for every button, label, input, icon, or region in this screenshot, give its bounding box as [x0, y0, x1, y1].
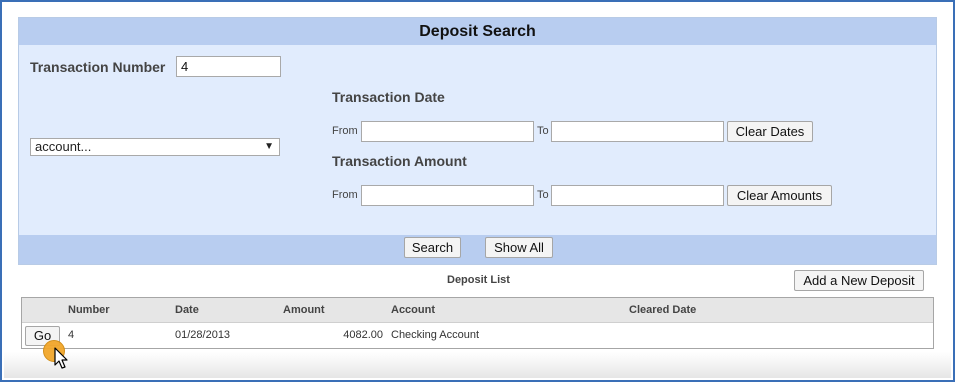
transaction-amount-label: Transaction Amount [332, 153, 467, 169]
add-new-deposit-button[interactable]: Add a New Deposit [794, 270, 924, 291]
table-row: Go 4 01/28/2013 4082.00 Checking Account [22, 323, 933, 348]
chevron-down-icon: ▼ [264, 141, 274, 152]
deposit-list-title: Deposit List [447, 274, 510, 286]
panel-title: Deposit Search [19, 18, 936, 45]
bottom-shade [4, 352, 951, 378]
row-date: 01/28/2013 [175, 329, 231, 341]
account-select-value: account... [35, 139, 92, 154]
transaction-date-label: Transaction Date [332, 89, 445, 105]
mouse-pointer-icon [54, 347, 68, 369]
column-header-date: Date [175, 304, 199, 316]
column-header-account: Account [391, 304, 435, 316]
transaction-number-input[interactable] [176, 56, 281, 77]
search-button[interactable]: Search [404, 237, 461, 258]
column-header-number: Number [68, 304, 110, 316]
amount-from-input[interactable] [361, 185, 534, 206]
amount-to-input[interactable] [551, 185, 724, 206]
table-header: Number Date Amount Account Cleared Date [22, 298, 933, 323]
panel-footer: Search Show All [19, 235, 936, 264]
column-header-amount: Amount [283, 304, 325, 316]
date-from-input[interactable] [361, 121, 534, 142]
column-header-cleared-date: Cleared Date [629, 304, 697, 316]
date-to-label: To [537, 125, 549, 137]
deposit-search-panel: Deposit Search Transaction Number accoun… [18, 17, 937, 265]
row-account: Checking Account [391, 329, 480, 341]
transaction-number-label: Transaction Number [30, 59, 166, 75]
date-to-input[interactable] [551, 121, 724, 142]
row-number: 4 [68, 329, 75, 341]
account-select[interactable]: account... ▼ [30, 138, 280, 156]
clear-dates-button[interactable]: Clear Dates [727, 121, 813, 142]
clear-amounts-button[interactable]: Clear Amounts [727, 185, 832, 206]
deposit-table: Number Date Amount Account Cleared Date … [21, 297, 934, 349]
amount-to-label: To [537, 189, 549, 201]
row-amount: 4082.00 [343, 329, 383, 341]
date-from-label: From [332, 125, 358, 137]
amount-from-label: From [332, 189, 358, 201]
show-all-button[interactable]: Show All [485, 237, 553, 258]
